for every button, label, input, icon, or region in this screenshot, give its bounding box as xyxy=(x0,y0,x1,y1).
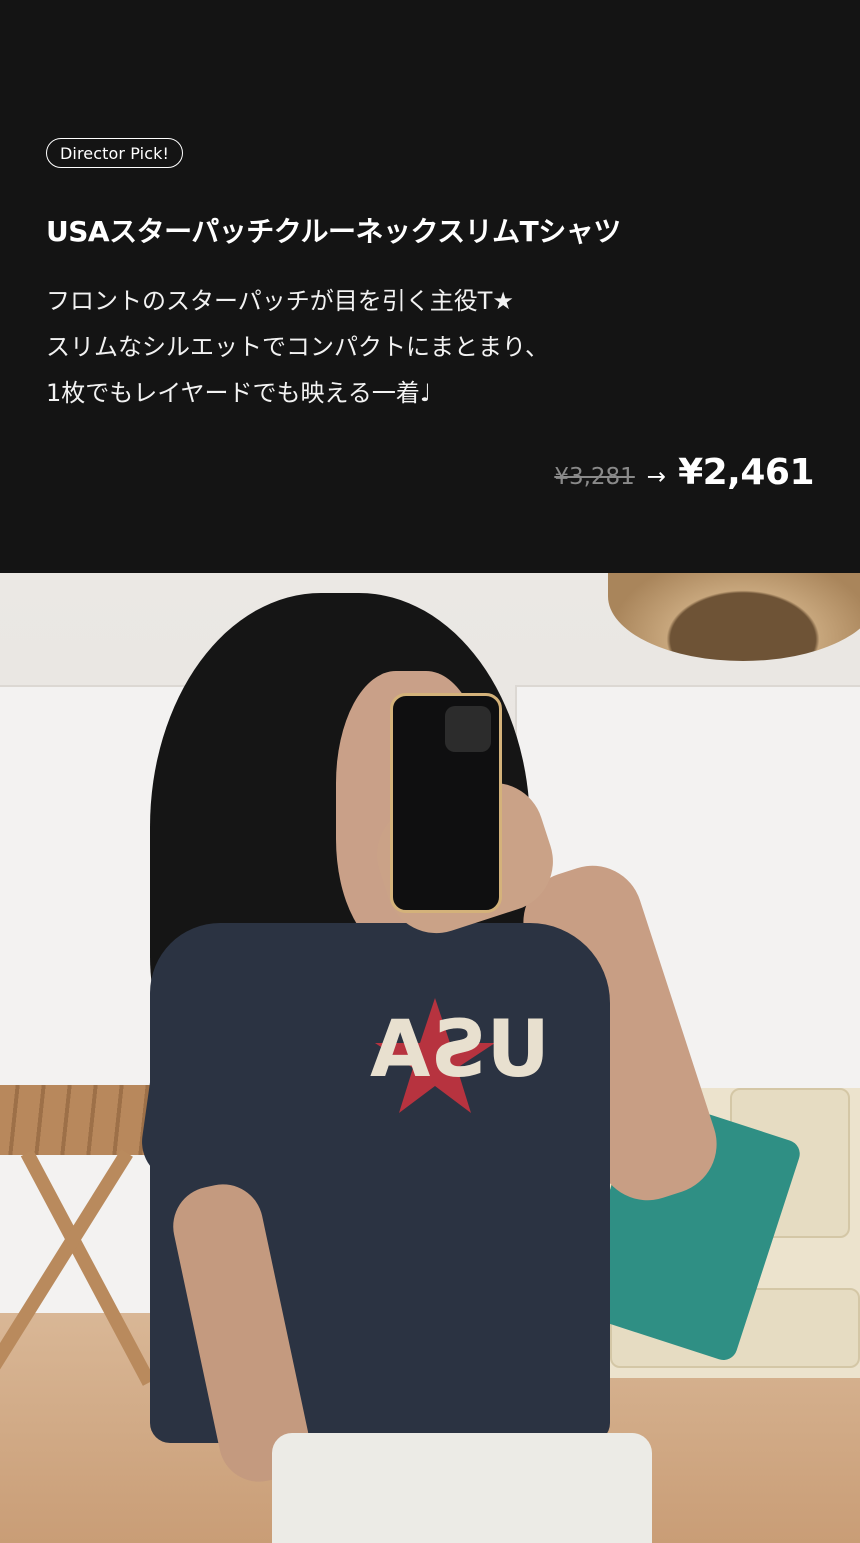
camera-icon xyxy=(445,706,491,752)
product-description: フロントのスターパッチが目を引く主役T★ スリムなシルエットでコンパクトにまとま… xyxy=(46,278,549,416)
arrow-right-icon: → xyxy=(646,464,667,490)
product-photo: USA xyxy=(0,573,860,1543)
product-header: Director Pick! USAスターパッチクルーネックスリムTシャツ フロ… xyxy=(0,0,860,573)
product-title: USAスターパッチクルーネックスリムTシャツ xyxy=(46,215,621,248)
description-line: 1枚でもレイヤードでも映える一着♩ xyxy=(46,379,432,407)
price-row: ¥3,281 → ¥2,461 xyxy=(554,452,814,493)
description-line: スリムなシルエットでコンパクトにまとまり、 xyxy=(46,333,550,361)
director-pick-badge: Director Pick! xyxy=(46,138,183,168)
sale-price: ¥2,461 xyxy=(678,452,814,493)
description-line: フロントのスターパッチが目を引く主役T★ xyxy=(46,287,514,315)
white-pants xyxy=(272,1433,652,1543)
usa-star-print: USA xyxy=(370,998,550,1113)
smartphone xyxy=(390,693,502,913)
original-price: ¥3,281 xyxy=(554,464,635,490)
print-text: USA xyxy=(370,1005,550,1095)
